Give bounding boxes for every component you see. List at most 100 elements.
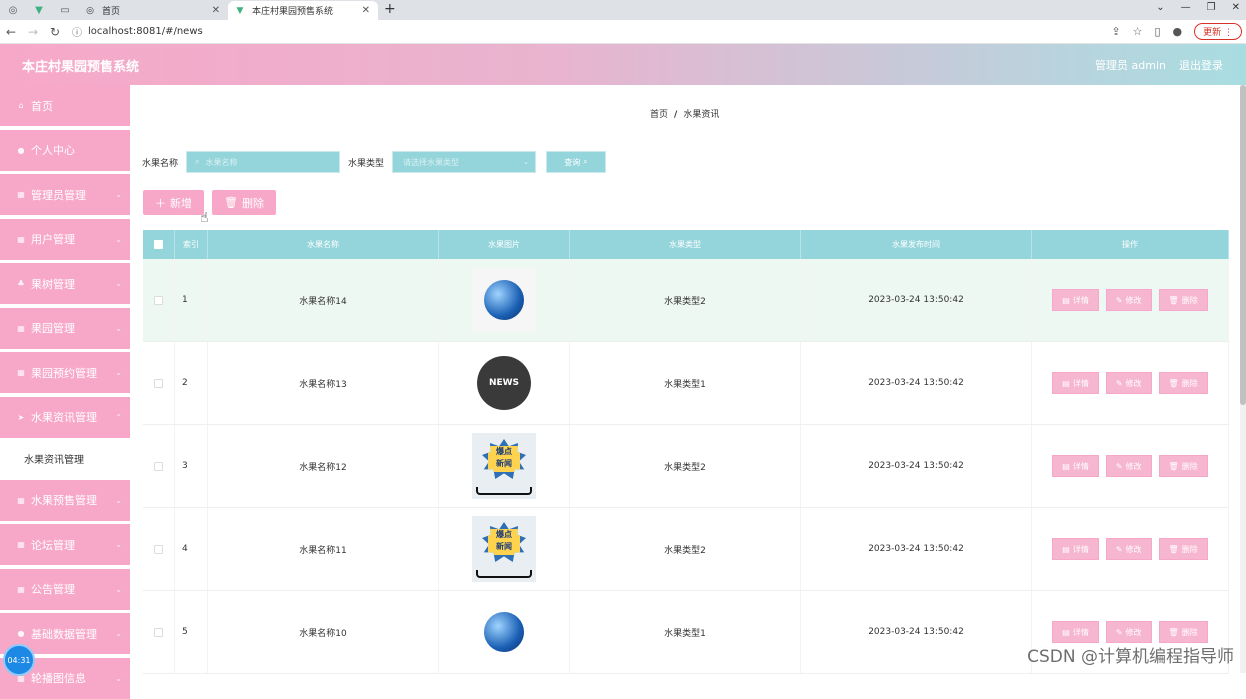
edit-button[interactable]: ✎修改: [1106, 455, 1152, 477]
batch-delete-button[interactable]: 🗑删除: [212, 190, 276, 215]
sidebar-item-reservations[interactable]: ▦果园预约管理⌄: [0, 352, 130, 393]
row-type: 水果类型2: [570, 425, 801, 507]
detail-button[interactable]: ▤详情: [1052, 621, 1099, 643]
name-search-input[interactable]: ⌕水果名称: [186, 151, 340, 173]
row-name: 水果名称12: [208, 425, 439, 507]
sidebar-item-label: 管理员管理: [31, 187, 86, 203]
breaking-news-image[interactable]: 爆点新闻: [472, 516, 536, 582]
scrollbar-thumb[interactable]: [1240, 85, 1246, 405]
delete-button[interactable]: 🗑删除: [1159, 289, 1208, 311]
main-content: 首页/水果资讯 水果名称 ⌕水果名称 水果类型 请选择水果类型⌄ 查询⌕ ＋新增…: [130, 85, 1246, 673]
detail-button[interactable]: ▤详情: [1052, 455, 1099, 477]
tab-label: 本庄村果园预售系统: [252, 4, 333, 17]
sidebar-icon[interactable]: ▯: [1154, 25, 1160, 38]
starburst-icon: 爆点新闻: [482, 439, 526, 479]
vue-icon[interactable]: ▼: [26, 0, 52, 20]
tab-system[interactable]: ▼ 本庄村果园预售系统 ✕: [228, 1, 378, 20]
edit-icon: ✎: [1116, 462, 1123, 471]
trash-icon: 🗑: [1169, 545, 1179, 554]
edit-label: 修改: [1126, 378, 1142, 389]
detail-button[interactable]: ▤详情: [1052, 372, 1099, 394]
edit-button[interactable]: ✎修改: [1106, 372, 1152, 394]
edit-button[interactable]: ✎修改: [1106, 289, 1152, 311]
sidebar-item-orchards[interactable]: ▦果园管理⌄: [0, 308, 130, 349]
sidebar-item-users[interactable]: ▦用户管理⌄: [0, 219, 130, 260]
row-checkbox[interactable]: [154, 628, 163, 637]
delete-button[interactable]: 🗑删除: [1159, 621, 1208, 643]
scrollbar[interactable]: [1240, 85, 1246, 673]
info-icon[interactable]: ⓘ: [72, 24, 82, 39]
table-row: 3 水果名称12 爆点新闻 水果类型2 2023-03-24 13:50:42 …: [143, 425, 1229, 508]
close-icon[interactable]: ✕: [212, 5, 220, 16]
sidebar-item-admins[interactable]: ▦管理员管理⌄: [0, 174, 130, 215]
news-table: 索引 水果名称 水果图片 水果类型 水果发布时间 操作 1 水果名称14 水果类…: [143, 230, 1229, 674]
back-icon[interactable]: ←: [0, 25, 22, 39]
sidebar-item-forum[interactable]: ▦论坛管理⌄: [0, 524, 130, 565]
detail-button[interactable]: ▤详情: [1052, 289, 1099, 311]
sidebar-item-label: 基础数据管理: [31, 626, 97, 642]
sidebar-item-trees[interactable]: ♣果树管理⌄: [0, 263, 130, 304]
table-header: 索引 水果名称 水果图片 水果类型 水果发布时间 操作: [143, 230, 1229, 259]
header-image: 水果图片: [439, 230, 570, 259]
submenu-news[interactable]: 水果资讯管理: [0, 441, 130, 476]
row-checkbox[interactable]: [154, 545, 163, 554]
chevron-down-icon: ⌄: [115, 629, 122, 638]
name-placeholder: 水果名称: [206, 157, 238, 168]
sidebar-item-label: 果园管理: [31, 320, 75, 336]
sidebar-item-notice[interactable]: ▦公告管理⌄: [0, 569, 130, 610]
add-button[interactable]: ＋新增: [143, 190, 204, 215]
sidebar-item-home[interactable]: ⌂首页: [0, 85, 130, 126]
globe-image[interactable]: [472, 600, 536, 664]
browser-menu-icon[interactable]: ◎: [0, 0, 26, 20]
user-icon: ●: [16, 629, 26, 638]
minimize-icon[interactable]: —: [1181, 2, 1191, 13]
detail-icon: ▤: [1062, 628, 1070, 637]
sidebar-item-presale[interactable]: ▦水果预售管理⌄: [0, 480, 130, 521]
update-label: 更新: [1203, 28, 1221, 38]
detail-button[interactable]: ▤详情: [1052, 538, 1099, 560]
blank-tab-icon[interactable]: ▭: [52, 0, 78, 20]
profile-icon[interactable]: ●: [1173, 25, 1183, 38]
new-tab-button[interactable]: +: [384, 0, 396, 20]
row-type: 水果类型2: [570, 259, 801, 341]
delete-button[interactable]: 🗑删除: [1159, 455, 1208, 477]
type-select[interactable]: 请选择水果类型⌄: [392, 151, 536, 173]
reload-icon[interactable]: ↻: [44, 25, 66, 39]
edit-label: 修改: [1126, 544, 1142, 555]
row-name: 水果名称11: [208, 508, 439, 590]
row-index: 5: [175, 591, 208, 673]
delete-label: 删除: [1182, 544, 1198, 555]
delete-button[interactable]: 🗑删除: [1159, 372, 1208, 394]
delete-label: 删除: [1182, 461, 1198, 472]
restore-icon[interactable]: ❐: [1207, 2, 1216, 13]
row-checkbox[interactable]: [154, 462, 163, 471]
news-image[interactable]: NEWS: [477, 356, 531, 410]
row-checkbox[interactable]: [154, 379, 163, 388]
edit-icon: ✎: [1116, 296, 1123, 305]
edit-button[interactable]: ✎修改: [1106, 621, 1152, 643]
query-button[interactable]: 查询⌕: [546, 151, 606, 173]
close-icon[interactable]: ✕: [362, 5, 370, 16]
sidebar-item-profile[interactable]: ●个人中心: [0, 130, 130, 171]
logout-link[interactable]: 退出登录: [1179, 57, 1223, 73]
forward-icon[interactable]: →: [22, 25, 44, 39]
update-button[interactable]: 更新 ⋮: [1194, 23, 1242, 40]
tab-home[interactable]: ◎ 首页 ✕: [78, 1, 228, 20]
breaking-news-image[interactable]: 爆点新闻: [472, 433, 536, 499]
edit-button[interactable]: ✎修改: [1106, 538, 1152, 560]
chevron-down-icon[interactable]: ⌄: [1156, 2, 1164, 13]
select-all-checkbox[interactable]: [154, 240, 163, 249]
sidebar-item-news[interactable]: ➤水果资讯管理⌃: [0, 397, 130, 438]
breadcrumb-home[interactable]: 首页: [650, 110, 668, 120]
share-icon[interactable]: ⇪: [1111, 25, 1120, 38]
delete-button[interactable]: 🗑删除: [1159, 538, 1208, 560]
row-select-cell: [143, 425, 175, 507]
globe-image[interactable]: [472, 268, 536, 332]
row-index: 4: [175, 508, 208, 590]
row-ops: ▤详情 ✎修改 🗑删除: [1032, 342, 1229, 424]
row-checkbox[interactable]: [154, 296, 163, 305]
url-field[interactable]: ⓘ localhost:8081/#/news: [72, 24, 203, 39]
tab-label: 首页: [102, 4, 120, 17]
star-icon[interactable]: ☆: [1133, 25, 1143, 38]
close-window-icon[interactable]: ✕: [1232, 2, 1240, 13]
